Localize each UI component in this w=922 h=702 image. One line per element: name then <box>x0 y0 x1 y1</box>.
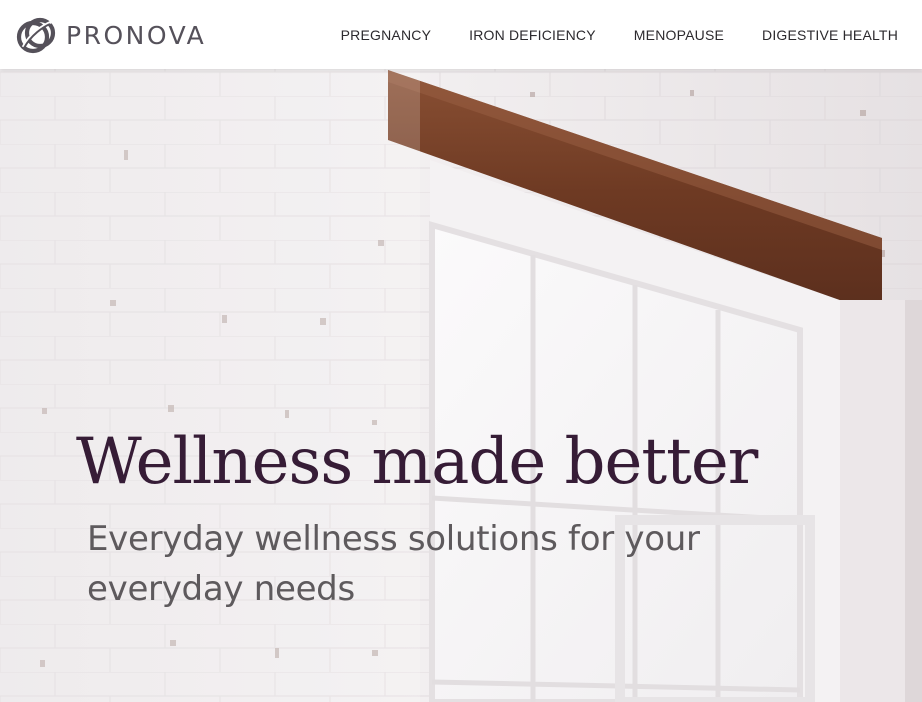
hero-section: Wellness made better Everyday wellness s… <box>0 69 922 702</box>
hero-subheadline: Everyday wellness solutions for your eve… <box>87 519 700 609</box>
brand-logo[interactable]: PRONOVA <box>16 13 206 57</box>
main-nav: PREGNANCY IRON DEFICIENCY MENOPAUSE DIGE… <box>341 0 922 69</box>
site-header: PRONOVA PREGNANCY IRON DEFICIENCY MENOPA… <box>0 0 922 69</box>
nav-item-menopause[interactable]: MENOPAUSE <box>634 27 724 43</box>
hero-headline: Wellness made better <box>76 425 758 499</box>
interlocking-rings-icon <box>16 17 56 54</box>
nav-item-pregnancy[interactable]: PREGNANCY <box>341 27 431 43</box>
nav-item-digestive-health[interactable]: DIGESTIVE HEALTH <box>762 27 898 43</box>
nav-item-iron-deficiency[interactable]: IRON DEFICIENCY <box>469 27 596 43</box>
brand-name: PRONOVA <box>66 20 207 50</box>
